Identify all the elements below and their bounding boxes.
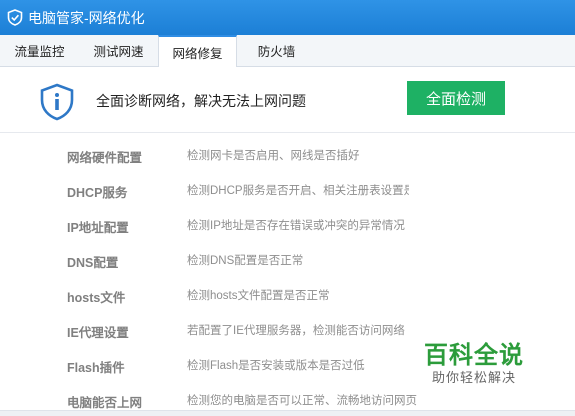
check-item-description: 检测您的电脑是否可以正常、流畅地访问网页: [187, 395, 417, 407]
check-item-description: 检测IP地址是否存在错误或冲突的异常情况: [187, 220, 405, 232]
check-item-description: 若配置了IE代理服务器，检测能否访问网络: [187, 325, 405, 337]
check-item-description: 检测Flash是否安装或版本是否过低: [187, 360, 365, 372]
diagnose-header: 全面诊断网络，解决无法上网问题 全面检测: [0, 67, 575, 133]
tab-label: 网络修复: [172, 46, 223, 61]
check-item-description: 检测DHCP服务是否开启、相关注册表设置是否完好: [187, 185, 409, 197]
title-bar: 电脑管家-网络优化: [0, 0, 575, 35]
watermark-logo: 百科全说 助你轻松解决: [410, 330, 555, 390]
check-item-name: DNS配置: [67, 256, 119, 270]
full-scan-button[interactable]: 全面检测: [407, 81, 505, 115]
list-item: 网络硬件配置 检测网卡是否启用、网线是否插好: [0, 140, 575, 175]
tab-label: 防火墙: [257, 45, 296, 59]
list-item: DNS配置 检测DNS配置是否正常: [0, 245, 575, 280]
tab-firewall[interactable]: 防火墙: [237, 35, 316, 66]
tab-bar: 流量监控 测试网速 网络修复 防火墙: [0, 35, 575, 67]
tab-traffic-monitor[interactable]: 流量监控: [0, 35, 79, 66]
watermark-subtitle: 助你轻松解决: [432, 370, 517, 385]
check-item-name: hosts文件: [67, 291, 126, 305]
shield-check-icon: [6, 9, 24, 27]
list-item: IP地址配置 检测IP地址是否存在错误或冲突的异常情况: [0, 210, 575, 245]
headline-text: 全面诊断网络，解决无法上网问题: [96, 93, 306, 109]
tab-label: 流量监控: [14, 45, 65, 59]
check-item-name: 电脑能否上网: [67, 396, 143, 410]
tab-network-repair[interactable]: 网络修复: [158, 35, 237, 67]
watermark-title: 百科全说: [424, 342, 524, 369]
check-item-description: 检测hosts文件配置是否正常: [187, 290, 330, 302]
check-item-description: 检测网卡是否启用、网线是否插好: [187, 150, 360, 162]
bottom-border: [0, 410, 575, 416]
list-item: DHCP服务 检测DHCP服务是否开启、相关注册表设置是否完好: [0, 175, 575, 210]
check-item-description: 检测DNS配置是否正常: [187, 255, 304, 267]
check-item-name: 网络硬件配置: [67, 151, 143, 165]
check-item-name: DHCP服务: [67, 186, 128, 200]
check-item-name: IP地址配置: [67, 221, 129, 235]
check-item-name: IE代理设置: [67, 326, 129, 340]
shield-info-icon: [38, 83, 76, 121]
tab-speed-test[interactable]: 测试网速: [79, 35, 158, 66]
tab-label: 测试网速: [93, 45, 144, 59]
check-item-name: Flash插件: [67, 361, 125, 375]
list-item: hosts文件 检测hosts文件配置是否正常: [0, 280, 575, 315]
window-title: 电脑管家-网络优化: [28, 9, 145, 26]
